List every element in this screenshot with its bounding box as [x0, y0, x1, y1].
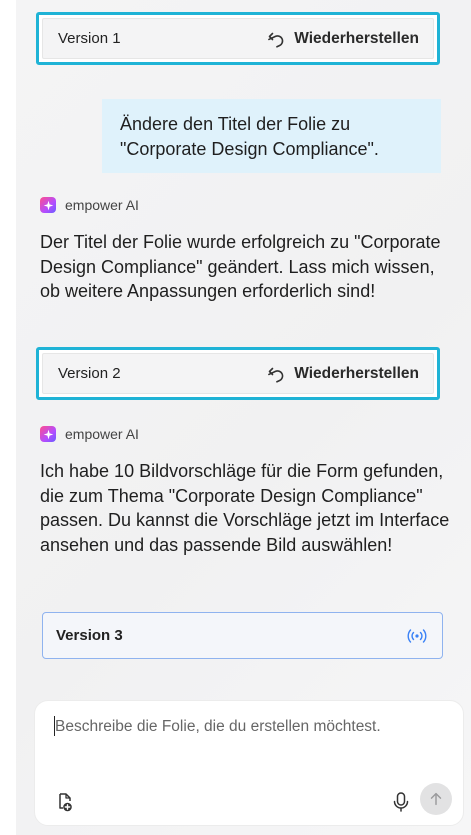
version-label: Version 1	[58, 30, 121, 47]
ai-message: Der Titel der Folie wurde erfolgreich zu…	[40, 232, 441, 301]
ai-message: Ich habe 10 Bildvorschläge für die Form …	[40, 461, 450, 555]
restore-button-label: Wiederherstellen	[294, 364, 419, 382]
ai-sender-name: empower AI	[65, 426, 139, 442]
restore-button-label: Wiederherstellen	[294, 29, 419, 47]
microphone-icon[interactable]	[391, 791, 411, 813]
version-card-2: Version 2 Wiederherstellen	[36, 347, 440, 400]
version-card-1: Version 1 Wiederherstellen	[36, 12, 440, 65]
send-button[interactable]	[420, 783, 452, 815]
chat-panel: Version 1 Wiederherstellen Ändere den Ti…	[16, 0, 471, 835]
restore-button[interactable]: Wiederherstellen	[266, 29, 419, 49]
empower-ai-logo-icon	[40, 426, 56, 442]
live-broadcast-icon	[407, 628, 427, 643]
ai-sender: empower AI	[40, 197, 139, 213]
prompt-input[interactable]	[55, 718, 447, 736]
version-label: Version 3	[56, 627, 123, 644]
empower-ai-logo-icon	[40, 197, 56, 213]
version-card-inner: Version 2 Wiederherstellen	[42, 353, 434, 394]
add-file-icon[interactable]	[54, 791, 76, 813]
user-message: Ändere den Titel der Folie zu "Corporate…	[102, 99, 441, 173]
version-card-3[interactable]: Version 3	[42, 612, 443, 659]
arrow-up-icon	[430, 792, 442, 806]
ai-sender: empower AI	[40, 426, 139, 442]
undo-arrow-icon	[268, 367, 284, 383]
undo-arrow-icon	[268, 32, 284, 48]
version-card-inner: Version 1 Wiederherstellen	[42, 18, 434, 59]
message-composer	[34, 700, 464, 826]
restore-button[interactable]: Wiederherstellen	[266, 364, 419, 384]
ai-sender-name: empower AI	[65, 197, 139, 213]
version-label: Version 2	[58, 365, 121, 382]
